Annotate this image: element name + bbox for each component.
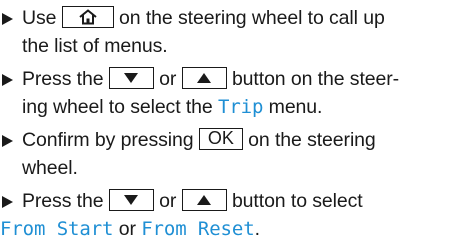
step-1-line-2: the list of menus. [0,32,463,60]
step-1-text-after: on the steering wheel to call up [119,7,385,29]
step-4-line-2: From Start or From Reset. [0,215,463,243]
triangle-bullet-icon [2,74,13,86]
step-3-line-2: wheel. [0,154,463,182]
instruction-step-1: Use on the steering wheel to call up the… [0,4,463,60]
up-button-key [181,188,227,211]
step-4-period: . [254,218,260,240]
step-4-text-after: button to select [231,190,363,212]
instruction-step-4: Press the or button to select From Start… [0,187,463,243]
step-2-line-1: Press the or button on the steer- [0,65,463,93]
step-2-text-menu: menu. [268,96,323,118]
ok-button-key: OK [198,127,243,150]
step-2-line-2: ing wheel to select the Trip menu. [0,93,463,121]
down-arrow-icon [124,194,139,205]
home-icon [79,9,97,25]
step-4-text-before: Press the [22,190,104,212]
instruction-step-3: Confirm by pressing OK on the steering w… [0,126,463,182]
triangle-bullet-icon [2,135,13,147]
home-button-key [61,5,114,28]
step-3-text-before: Confirm by pressing [22,129,194,151]
up-button-key [181,66,227,89]
up-arrow-icon [197,194,212,205]
step-2-text-or: or [159,68,177,90]
step-3-text-after: on the steering [248,129,376,151]
step-4-text-or: or [159,190,177,212]
triangle-bullet-icon [2,13,13,25]
step-1-line-1: Use on the steering wheel to call up [0,4,463,32]
triangle-bullet-icon [2,196,13,208]
menu-name-from-start: From Start [0,218,114,240]
up-arrow-icon [197,72,212,83]
down-arrow-icon [124,72,139,83]
instruction-step-2: Press the or button on the steer- ing wh… [0,65,463,121]
step-3-line-1: Confirm by pressing OK on the steering [0,126,463,154]
step-2-text-before: Press the [22,68,104,90]
step-3-text-continued: wheel. [22,157,78,179]
step-4-line-1: Press the or button to select [0,187,463,215]
step-2-text-select: ing wheel to select the [22,96,213,118]
down-button-key [108,66,154,89]
menu-name-from-reset: From Reset [141,218,255,240]
step-1-text-before: Use [22,7,57,29]
step-1-text-continued: the list of menus. [22,35,168,57]
step-4-text-or-2: or [118,218,136,240]
menu-name-trip: Trip [217,96,264,118]
down-button-key [108,188,154,211]
step-2-text-after: button on the steer- [231,68,400,90]
